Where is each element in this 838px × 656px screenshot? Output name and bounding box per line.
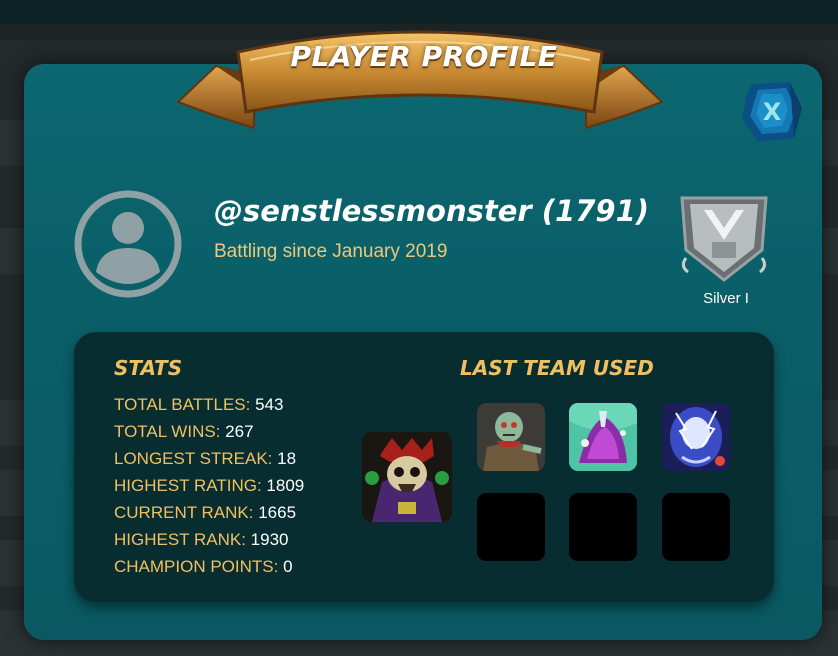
- stat-total-battles: TOTAL BATTLES: 543: [114, 395, 284, 414]
- lightning-spirit-monster-icon: [662, 403, 730, 471]
- empty-monster-slot[interactable]: [569, 493, 637, 561]
- purple-spirit-monster-icon: [569, 403, 637, 471]
- stat-champion-points: CHAMPION POINTS: 0: [114, 557, 293, 576]
- battling-since: Battling since January 2019: [214, 241, 448, 262]
- death-summoner-icon: [362, 432, 452, 522]
- silver-league-icon: [680, 196, 768, 282]
- zombie-monster-icon: [477, 403, 545, 471]
- player-username: @senstlessmonster (1791): [214, 194, 650, 228]
- stats-heading: STATS: [114, 356, 183, 380]
- monster-card[interactable]: [662, 403, 730, 471]
- ribbon-banner: [176, 30, 664, 130]
- modal-title: PLAYER PROFILE: [290, 40, 558, 73]
- avatar: [74, 190, 182, 298]
- last-team-heading: LAST TEAM USED: [460, 356, 654, 380]
- close-icon: X: [762, 98, 782, 126]
- monster-card[interactable]: [477, 403, 545, 471]
- empty-monster-slot[interactable]: [662, 493, 730, 561]
- summoner-card[interactable]: [362, 432, 452, 522]
- stat-highest-rating: HIGHEST RATING: 1809: [114, 476, 305, 495]
- close-button[interactable]: X: [738, 78, 806, 146]
- league-label: Silver I: [703, 290, 749, 307]
- stat-current-rank: CURRENT RANK: 1665: [114, 503, 297, 522]
- stat-total-wins: TOTAL WINS: 267: [114, 422, 254, 441]
- stat-highest-rank: HIGHEST RANK: 1930: [114, 530, 289, 549]
- empty-monster-slot[interactable]: [477, 493, 545, 561]
- monster-card[interactable]: [569, 403, 637, 471]
- stat-longest-streak: LONGEST STREAK: 18: [114, 449, 297, 468]
